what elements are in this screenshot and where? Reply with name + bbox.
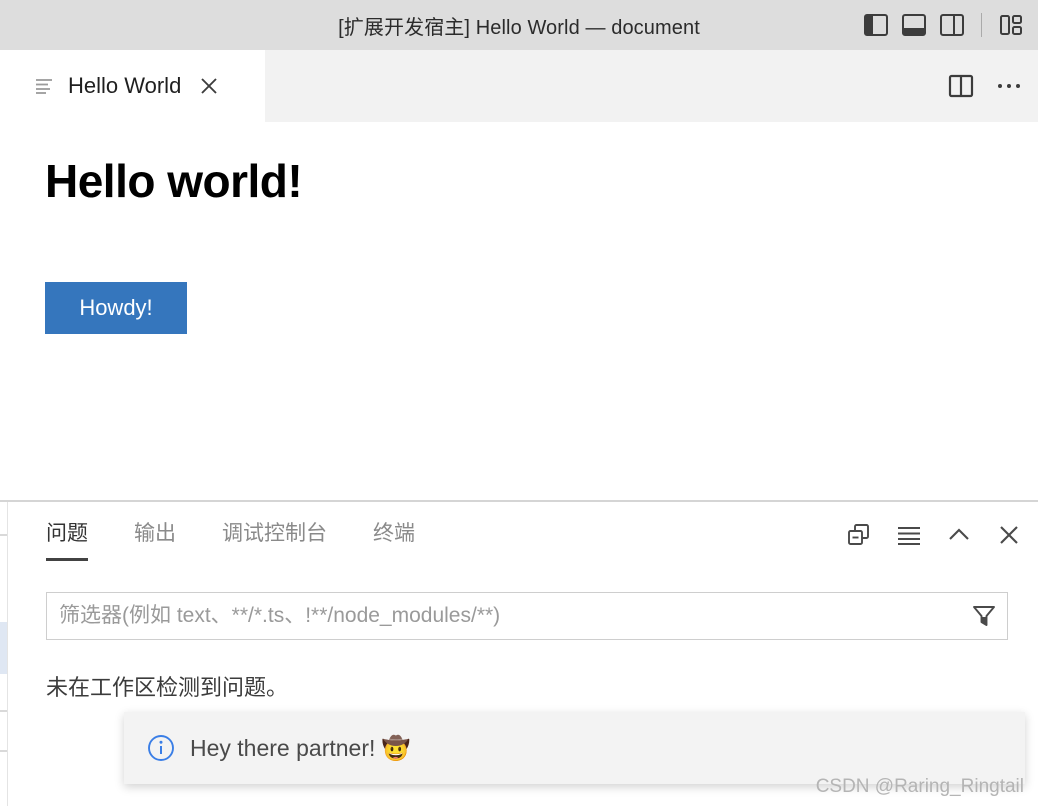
toggle-primary-sidebar-icon[interactable]	[863, 12, 889, 38]
strip-selection	[0, 622, 7, 674]
panel-tab-terminal[interactable]: 终端	[373, 517, 415, 553]
watermark: CSDN @Raring_Ringtail	[815, 776, 1024, 797]
close-panel-icon[interactable]	[994, 520, 1024, 550]
howdy-button[interactable]: Howdy!	[45, 282, 187, 334]
info-circle-icon	[146, 733, 176, 763]
view-as-list-icon[interactable]	[894, 520, 924, 550]
more-actions-icon[interactable]	[994, 71, 1024, 101]
editor-tab-bar: Hello World	[0, 50, 1038, 122]
toggle-secondary-sidebar-icon[interactable]	[939, 12, 965, 38]
panel-actions	[844, 502, 1024, 568]
webview-editor: Hello world! Howdy!	[0, 122, 1038, 501]
panel-tab-output[interactable]: 输出	[134, 517, 176, 553]
page-title: Hello world!	[45, 155, 303, 207]
split-editor-icon[interactable]	[946, 71, 976, 101]
editor-tab-hello-world[interactable]: Hello World	[0, 50, 265, 122]
customize-layout-icon[interactable]	[998, 12, 1024, 38]
strip-mark	[0, 750, 7, 752]
toolbar-separator	[981, 13, 982, 37]
panel-tab-debug-console[interactable]: 调试控制台	[222, 517, 327, 553]
panel-tab-list: 问题 输出 调试控制台 终端	[46, 502, 415, 568]
no-problems-message: 未在工作区检测到问题。	[46, 675, 289, 700]
editor-tab-label: Hello World	[68, 73, 182, 98]
layout-controls	[863, 0, 1024, 50]
collapse-all-icon[interactable]	[844, 520, 874, 550]
title-bar: [扩展开发宿主] Hello World — document	[0, 0, 1038, 50]
maximize-panel-icon[interactable]	[944, 520, 974, 550]
notification-toast[interactable]: Hey there partner! 🤠	[124, 712, 1025, 784]
strip-mark	[0, 710, 7, 712]
preview-lines-icon	[34, 75, 56, 97]
panel-tab-problems[interactable]: 问题	[46, 517, 88, 561]
close-icon[interactable]	[197, 74, 221, 98]
problems-filter-row	[46, 592, 1008, 640]
funnel-filter-icon[interactable]	[961, 593, 1007, 639]
ellipsis-dots	[998, 84, 1020, 88]
filter-box[interactable]	[46, 592, 1008, 640]
toggle-panel-icon[interactable]	[901, 12, 927, 38]
vscode-window: [扩展开发宿主] Hello World — document Hello Wo…	[0, 0, 1038, 806]
notification-message: Hey there partner! 🤠	[190, 734, 411, 761]
editor-actions	[946, 50, 1024, 122]
panel-header: 问题 输出 调试控制台 终端	[0, 502, 1038, 568]
filter-input[interactable]	[47, 593, 961, 639]
